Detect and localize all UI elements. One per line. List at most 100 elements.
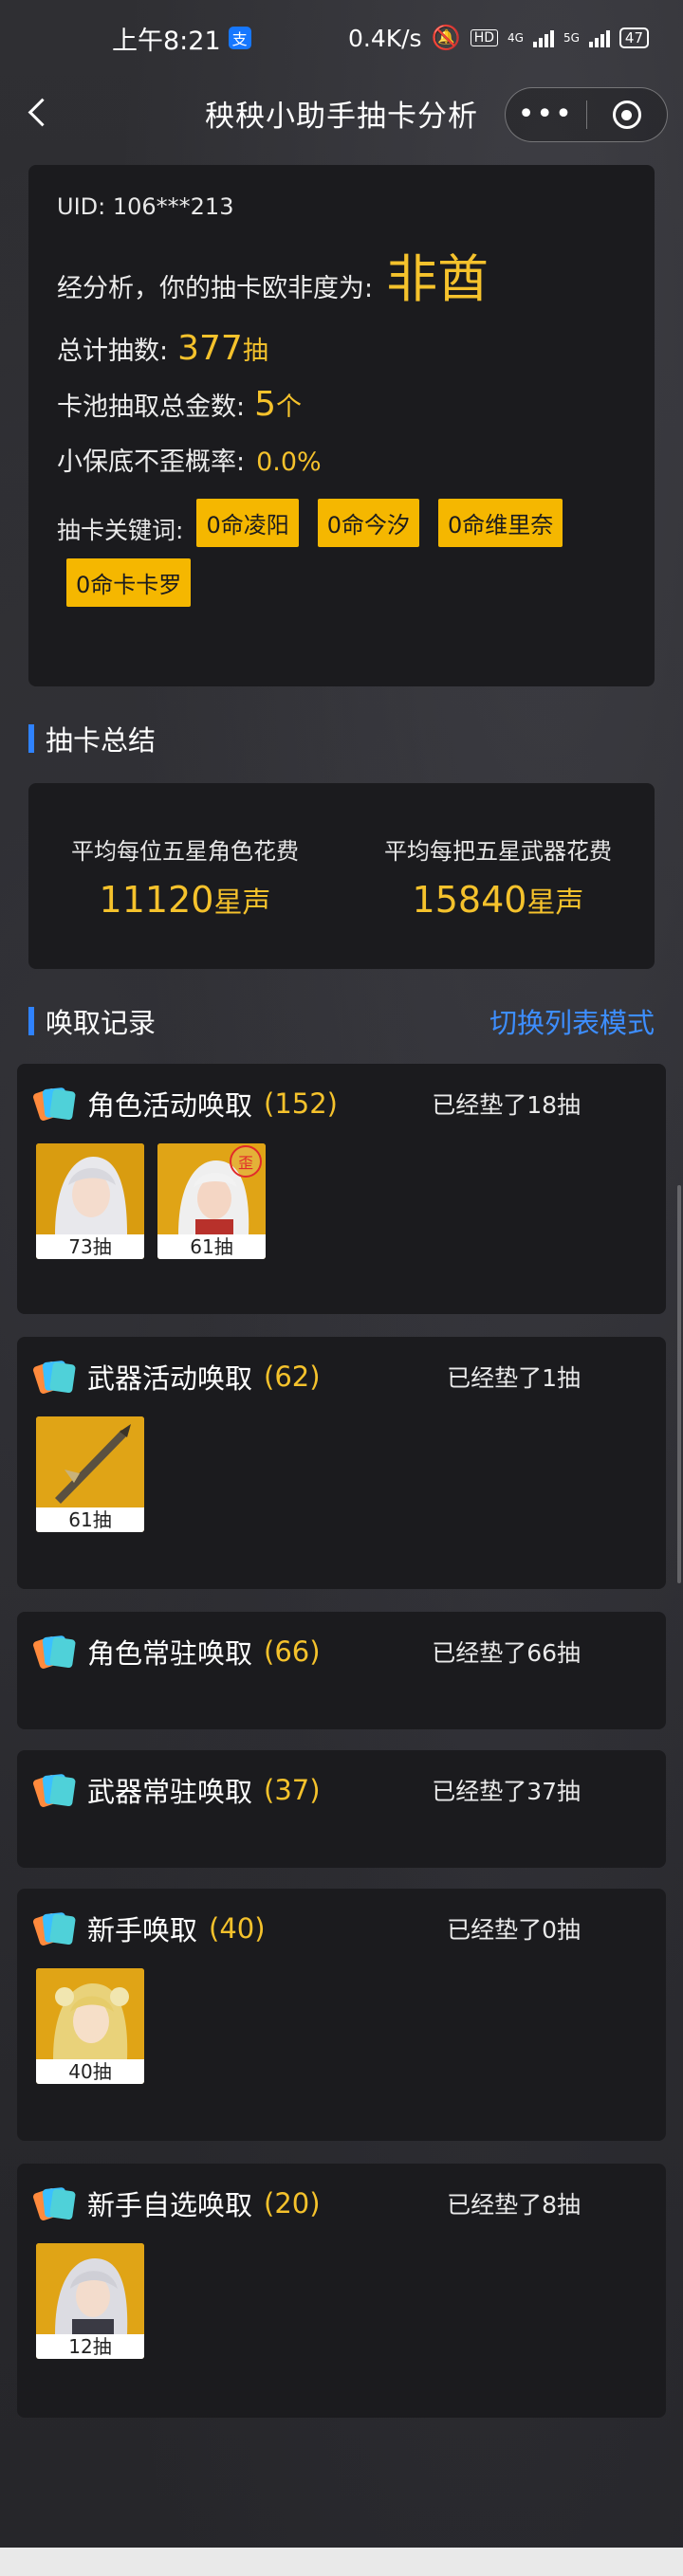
weapon-image [36, 1416, 144, 1507]
pull-count-label: 40抽 [36, 2059, 144, 2084]
summary-title: 抽卡总结 [46, 724, 157, 757]
total-unit: 抽 [242, 337, 268, 366]
weapon-cost: 平均每把五星武器花费 15840星声 [342, 783, 655, 969]
char-cost-value-wrap: 11120星声 [100, 879, 271, 921]
pull-item[interactable]: 73抽 [36, 1143, 144, 1259]
cards-icon [31, 1773, 76, 1808]
pool-name: 新手唤取 [87, 1914, 198, 1946]
pool-count: (66) [264, 1635, 321, 1668]
weapon-cost-value-wrap: 15840星声 [413, 879, 584, 921]
pull-item[interactable]: 40抽 [36, 1968, 144, 2084]
pool-name: 新手自选唤取 [87, 2189, 253, 2221]
close-button[interactable] [587, 100, 668, 129]
nav-bar: 秧秧小助手抽卡分析 ••• [0, 76, 683, 150]
more-button[interactable]: ••• [506, 87, 586, 142]
pool-header: 新手自选唤取 (20) 已经垫了8抽 [17, 2164, 666, 2243]
pool-pity: 已经垫了0抽 [447, 1916, 581, 1944]
cards-icon [31, 2186, 76, 2221]
luck-label: 经分析，你的抽卡欧非度为: [57, 274, 374, 303]
pool-header: 武器常驻唤取 (37) 已经垫了37抽 [17, 1750, 666, 1830]
section-accent-bar [28, 724, 34, 753]
off-banner-badge: 歪 [230, 1145, 262, 1178]
total-label: 总计抽数: [57, 337, 169, 366]
bottom-bar [0, 2548, 683, 2576]
signal-icon-2 [588, 28, 610, 47]
gold-label: 卡池抽取总金数: [57, 393, 246, 422]
pool-pity: 已经垫了37抽 [432, 1778, 581, 1805]
page-title: 秧秧小助手抽卡分析 [205, 99, 478, 134]
pool-card: 角色活动唤取 (152) 已经垫了18抽 73抽 歪 61抽 [17, 1064, 666, 1314]
char-cost-label: 平均每位五星角色花费 [71, 837, 299, 865]
pool-card: 武器活动唤取 (62) 已经垫了1抽 61抽 [17, 1337, 666, 1589]
alipay-icon: 支 [228, 27, 251, 49]
back-arrow-icon[interactable] [23, 95, 57, 129]
weapon-cost-label: 平均每把五星武器花费 [384, 837, 612, 865]
battery-icon: 47 [618, 27, 649, 48]
summary-card: 平均每位五星角色花费 11120星声 平均每把五星武器花费 15840星声 [28, 783, 655, 969]
keyword-label: 抽卡关键词: [57, 516, 184, 544]
pool-header: 角色常驻唤取 (66) 已经垫了66抽 [17, 1612, 666, 1691]
pool-header: 新手唤取 (40) 已经垫了0抽 [17, 1889, 666, 1968]
cards-icon [31, 1635, 76, 1670]
pool-card: 武器常驻唤取 (37) 已经垫了37抽 [17, 1750, 666, 1868]
network-4g-label: 4G [508, 31, 524, 45]
rate-row: 小保底不歪概率: 0.0% [57, 441, 626, 478]
pool-name: 角色常驻唤取 [87, 1637, 253, 1670]
pool-count: (20) [264, 2187, 321, 2220]
network-5g-label: 5G [563, 31, 580, 45]
char-cost-unit: 星声 [213, 886, 271, 920]
scrollbar[interactable] [677, 1185, 681, 1583]
keyword-tag: 0命卡卡罗 [66, 558, 192, 607]
gold-unit: 个 [276, 393, 303, 422]
pool-name: 角色活动唤取 [87, 1089, 253, 1122]
pool-pity: 已经垫了66抽 [432, 1639, 581, 1667]
pull-items: 73抽 歪 61抽 [17, 1143, 666, 1259]
pool-card: 角色常驻唤取 (66) 已经垫了66抽 [17, 1612, 666, 1729]
character-portrait [36, 1143, 144, 1234]
pool-count: (40) [209, 1912, 266, 1945]
uid-text: UID: 106***213 [57, 193, 234, 220]
pull-item[interactable]: 歪 61抽 [157, 1143, 266, 1259]
pool-count: (62) [264, 1361, 321, 1393]
pool-count: (37) [264, 1774, 321, 1806]
pull-items: 40抽 [17, 1968, 666, 2084]
pool-header: 武器活动唤取 (62) 已经垫了1抽 [17, 1337, 666, 1416]
pool-card: 新手自选唤取 (20) 已经垫了8抽 12抽 [17, 2164, 666, 2418]
cards-icon [31, 1911, 76, 1946]
rate-label: 小保底不歪概率: [57, 448, 246, 477]
keyword-row: 抽卡关键词: 0命凌阳 0命今汐 0命维里奈 0命卡卡罗 [57, 499, 626, 618]
target-icon [612, 100, 641, 129]
hd-icon: HD [470, 29, 499, 46]
keyword-tag: 0命凌阳 [196, 499, 299, 547]
cards-icon [31, 1087, 76, 1122]
luck-value: 非酋 [386, 249, 489, 309]
pull-count-label: 61抽 [157, 1234, 266, 1259]
pull-items: 61抽 [17, 1416, 666, 1532]
gold-row: 卡池抽取总金数: 5 个 [57, 385, 626, 424]
gold-value: 5 [254, 385, 277, 424]
pull-count-label: 12抽 [36, 2334, 144, 2359]
mini-program-capsule: ••• [505, 87, 668, 142]
weapon-cost-value: 15840 [412, 878, 527, 921]
pull-count-label: 73抽 [36, 1234, 144, 1259]
records-heading: 唤取记录 [28, 1001, 156, 1041]
luck-row: 经分析，你的抽卡欧非度为: 非酋 [57, 237, 626, 312]
switch-list-mode-link[interactable]: 切换列表模式 [489, 1001, 655, 1041]
pool-count: (152) [264, 1087, 338, 1120]
section-accent-bar [28, 1007, 34, 1035]
pull-item[interactable]: 12抽 [36, 2243, 144, 2359]
pull-count-label: 61抽 [36, 1507, 144, 1532]
records-title: 唤取记录 [46, 1007, 157, 1039]
analysis-card: UID: 106***213 经分析，你的抽卡欧非度为: 非酋 总计抽数: 37… [28, 165, 655, 686]
keyword-tag: 0命维里奈 [438, 499, 563, 547]
status-time: 上午8:21 [112, 26, 221, 56]
pool-header: 角色活动唤取 (152) 已经垫了18抽 [17, 1064, 666, 1143]
pool-name: 武器活动唤取 [87, 1362, 253, 1395]
weapon-cost-unit: 星声 [526, 886, 584, 920]
pull-item[interactable]: 61抽 [36, 1416, 144, 1532]
pull-items: 12抽 [17, 2243, 666, 2359]
rate-value: 0.0% [256, 448, 322, 477]
total-row: 总计抽数: 377 抽 [57, 329, 626, 368]
status-bar: 上午8:21 支 0.4K/s 🔕 HD 4G 5G 47 [0, 0, 683, 76]
signal-icon [532, 28, 554, 47]
